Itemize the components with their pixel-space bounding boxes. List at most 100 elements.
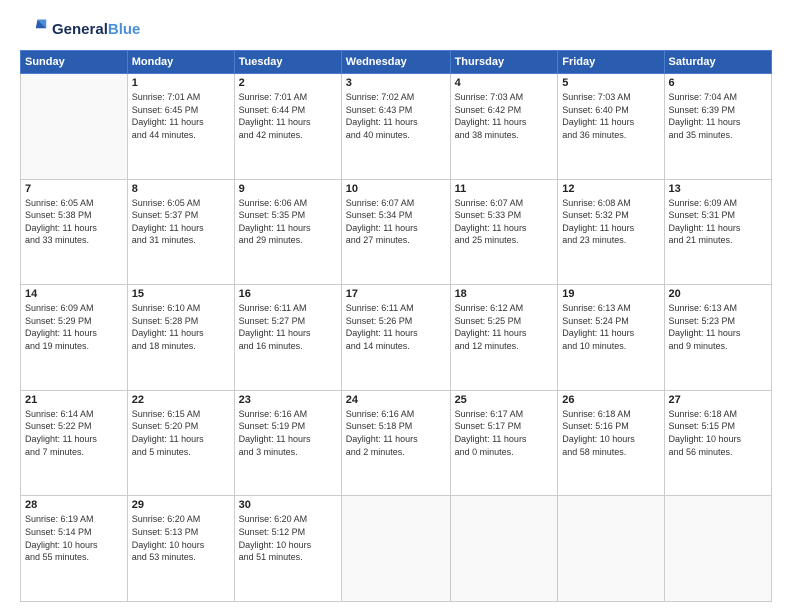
calendar-cell: 20 Sunrise: 6:13 AMSunset: 5:23 PMDayligh… [664, 285, 771, 391]
day-number: 1 [132, 77, 230, 89]
day-number: 22 [132, 394, 230, 406]
calendar-cell: 28 Sunrise: 6:19 AMSunset: 5:14 PMDayligh… [21, 496, 128, 602]
day-info: Sunrise: 7:03 AMSunset: 6:42 PMDaylight:… [455, 91, 554, 141]
day-info: Sunrise: 6:07 AMSunset: 5:33 PMDaylight:… [455, 197, 554, 247]
day-number: 27 [669, 394, 767, 406]
calendar-cell: 8 Sunrise: 6:05 AMSunset: 5:37 PMDaylight… [127, 179, 234, 285]
calendar-cell: 21 Sunrise: 6:14 AMSunset: 5:22 PMDayligh… [21, 390, 128, 496]
day-number: 23 [239, 394, 337, 406]
day-info: Sunrise: 7:02 AMSunset: 6:43 PMDaylight:… [346, 91, 446, 141]
logo: GeneralBlue [20, 16, 140, 44]
calendar-week-2: 7Sunrise: 6:05 AMSunset: 5:38 PMDaylight… [21, 179, 772, 285]
calendar-cell: 23 Sunrise: 6:16 AMSunset: 5:19 PMDayligh… [234, 390, 341, 496]
day-info: Sunrise: 6:13 AMSunset: 5:23 PMDaylight:… [669, 302, 767, 352]
day-number: 24 [346, 394, 446, 406]
day-number: 7 [25, 183, 123, 195]
day-number: 16 [239, 288, 337, 300]
day-number: 3 [346, 77, 446, 89]
calendar-cell: 7Sunrise: 6:05 AMSunset: 5:38 PMDaylight… [21, 179, 128, 285]
calendar-week-4: 21 Sunrise: 6:14 AMSunset: 5:22 PMDayligh… [21, 390, 772, 496]
page: GeneralBlue SundayMondayTuesdayWednesday… [0, 0, 792, 612]
day-info: Sunrise: 7:04 AMSunset: 6:39 PMDaylight:… [669, 91, 767, 141]
calendar-cell: 17 Sunrise: 6:11 AMSunset: 5:26 PMDayligh… [341, 285, 450, 391]
calendar-cell: 2Sunrise: 7:01 AMSunset: 6:44 PMDaylight… [234, 74, 341, 180]
day-info: Sunrise: 6:10 AMSunset: 5:28 PMDaylight:… [132, 302, 230, 352]
day-info: Sunrise: 6:16 AMSunset: 5:19 PMDaylight:… [239, 408, 337, 458]
day-number: 26 [562, 394, 659, 406]
day-info: Sunrise: 6:07 AMSunset: 5:34 PMDaylight:… [346, 197, 446, 247]
day-number: 6 [669, 77, 767, 89]
calendar-cell: 15Sunrise: 6:10 AMSunset: 5:28 PMDayligh… [127, 285, 234, 391]
day-info: Sunrise: 6:06 AMSunset: 5:35 PMDaylight:… [239, 197, 337, 247]
day-header-tuesday: Tuesday [234, 51, 341, 74]
calendar-cell [664, 496, 771, 602]
day-header-monday: Monday [127, 51, 234, 74]
calendar-week-5: 28 Sunrise: 6:19 AMSunset: 5:14 PMDayligh… [21, 496, 772, 602]
header: GeneralBlue [20, 16, 772, 44]
calendar-cell: 14 Sunrise: 6:09 AMSunset: 5:29 PMDayligh… [21, 285, 128, 391]
calendar-cell: 30 Sunrise: 6:20 AMSunset: 5:12 PMDayligh… [234, 496, 341, 602]
calendar-cell: 10 Sunrise: 6:07 AMSunset: 5:34 PMDayligh… [341, 179, 450, 285]
day-number: 30 [239, 499, 337, 511]
day-info: Sunrise: 6:11 AMSunset: 5:26 PMDaylight:… [346, 302, 446, 352]
calendar-cell: 22 Sunrise: 6:15 AMSunset: 5:20 PMDayligh… [127, 390, 234, 496]
day-info: Sunrise: 6:18 AMSunset: 5:16 PMDaylight:… [562, 408, 659, 458]
day-info: Sunrise: 6:15 AMSunset: 5:20 PMDaylight:… [132, 408, 230, 458]
day-header-saturday: Saturday [664, 51, 771, 74]
calendar-cell: 5Sunrise: 7:03 AMSunset: 6:40 PMDaylight… [558, 74, 664, 180]
day-number: 11 [455, 183, 554, 195]
day-info: Sunrise: 6:09 AMSunset: 5:31 PMDaylight:… [669, 197, 767, 247]
day-number: 28 [25, 499, 123, 511]
calendar-cell [558, 496, 664, 602]
day-info: Sunrise: 6:20 AMSunset: 5:13 PMDaylight:… [132, 513, 230, 563]
day-info: Sunrise: 6:05 AMSunset: 5:37 PMDaylight:… [132, 197, 230, 247]
calendar-cell: 26 Sunrise: 6:18 AMSunset: 5:16 PMDayligh… [558, 390, 664, 496]
calendar-cell: 18Sunrise: 6:12 AMSunset: 5:25 PMDayligh… [450, 285, 558, 391]
day-number: 4 [455, 77, 554, 89]
day-info: Sunrise: 7:01 AMSunset: 6:45 PMDaylight:… [132, 91, 230, 141]
calendar-cell: 9 Sunrise: 6:06 AMSunset: 5:35 PMDaylight… [234, 179, 341, 285]
calendar-cell: 3 Sunrise: 7:02 AMSunset: 6:43 PMDaylight… [341, 74, 450, 180]
day-number: 19 [562, 288, 659, 300]
calendar-table: SundayMondayTuesdayWednesdayThursdayFrid… [20, 50, 772, 602]
day-number: 29 [132, 499, 230, 511]
calendar-cell: 29 Sunrise: 6:20 AMSunset: 5:13 PMDayligh… [127, 496, 234, 602]
day-number: 25 [455, 394, 554, 406]
day-info: Sunrise: 6:11 AMSunset: 5:27 PMDaylight:… [239, 302, 337, 352]
day-info: Sunrise: 7:03 AMSunset: 6:40 PMDaylight:… [562, 91, 659, 141]
day-info: Sunrise: 6:17 AMSunset: 5:17 PMDaylight:… [455, 408, 554, 458]
day-number: 20 [669, 288, 767, 300]
day-number: 14 [25, 288, 123, 300]
day-number: 12 [562, 183, 659, 195]
calendar-cell: 12 Sunrise: 6:08 AMSunset: 5:32 PMDayligh… [558, 179, 664, 285]
day-number: 21 [25, 394, 123, 406]
calendar-week-1: 1 Sunrise: 7:01 AMSunset: 6:45 PMDaylight… [21, 74, 772, 180]
day-number: 13 [669, 183, 767, 195]
day-number: 9 [239, 183, 337, 195]
calendar-cell [341, 496, 450, 602]
calendar-cell: 16 Sunrise: 6:11 AMSunset: 5:27 PMDayligh… [234, 285, 341, 391]
calendar-cell [450, 496, 558, 602]
day-info: Sunrise: 6:09 AMSunset: 5:29 PMDaylight:… [25, 302, 123, 352]
calendar-week-3: 14 Sunrise: 6:09 AMSunset: 5:29 PMDayligh… [21, 285, 772, 391]
calendar-cell: 4 Sunrise: 7:03 AMSunset: 6:42 PMDaylight… [450, 74, 558, 180]
day-header-thursday: Thursday [450, 51, 558, 74]
logo-icon [20, 16, 48, 44]
day-info: Sunrise: 6:13 AMSunset: 5:24 PMDaylight:… [562, 302, 659, 352]
calendar-cell: 6 Sunrise: 7:04 AMSunset: 6:39 PMDaylight… [664, 74, 771, 180]
day-info: Sunrise: 6:08 AMSunset: 5:32 PMDaylight:… [562, 197, 659, 247]
day-number: 10 [346, 183, 446, 195]
day-header-wednesday: Wednesday [341, 51, 450, 74]
day-number: 17 [346, 288, 446, 300]
day-info: Sunrise: 6:12 AMSunset: 5:25 PMDaylight:… [455, 302, 554, 352]
day-number: 8 [132, 183, 230, 195]
day-info: Sunrise: 6:19 AMSunset: 5:14 PMDaylight:… [25, 513, 123, 563]
calendar-cell: 19 Sunrise: 6:13 AMSunset: 5:24 PMDayligh… [558, 285, 664, 391]
calendar-cell: 25 Sunrise: 6:17 AMSunset: 5:17 PMDayligh… [450, 390, 558, 496]
calendar-cell: 11 Sunrise: 6:07 AMSunset: 5:33 PMDayligh… [450, 179, 558, 285]
logo-text: GeneralBlue [52, 21, 140, 39]
day-info: Sunrise: 6:20 AMSunset: 5:12 PMDaylight:… [239, 513, 337, 563]
calendar-cell: 1 Sunrise: 7:01 AMSunset: 6:45 PMDaylight… [127, 74, 234, 180]
day-info: Sunrise: 6:14 AMSunset: 5:22 PMDaylight:… [25, 408, 123, 458]
day-info: Sunrise: 7:01 AMSunset: 6:44 PMDaylight:… [239, 91, 337, 141]
